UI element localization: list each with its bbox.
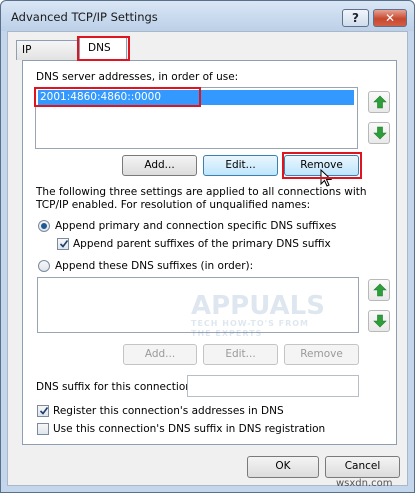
add-server-button[interactable]: Add... [122,155,197,176]
append-parent-label: Append parent suffixes of the primary DN… [73,238,331,250]
connection-suffix-label: DNS suffix for this connection: [36,381,196,393]
add-suffix-button[interactable]: Add... [123,344,197,365]
edit-server-button[interactable]: Edit... [203,155,278,176]
dns-suffix-list[interactable] [37,277,359,333]
tab-ip-settings[interactable]: IP Settings [16,40,78,74]
check-icon [39,407,49,415]
append-primary-label: Append primary and connection specific D… [55,220,337,232]
check-icon [59,240,69,248]
remove-suffix-button[interactable]: Remove [284,344,359,365]
dns-tab-panel: DNS server addresses, in order of use: 2… [22,60,397,445]
arrow-up-icon [373,283,387,297]
append-primary-radio[interactable] [38,220,50,232]
move-up-button[interactable] [368,91,390,113]
dns-description-text: The following three settings are applied… [36,186,367,211]
append-parent-checkbox[interactable] [57,238,69,250]
arrow-down-icon [373,314,387,328]
ok-button[interactable]: OK [247,456,319,478]
connection-suffix-field[interactable] [187,375,359,397]
append-these-label: Append these DNS suffixes (in order): [55,260,254,272]
dns-servers-label: DNS server addresses, in order of use: [36,71,239,83]
append-these-radio[interactable] [38,260,50,272]
edit-suffix-button[interactable]: Edit... [203,344,278,365]
use-suffix-checkbox[interactable] [37,423,49,435]
radio-selected-dot [41,223,47,229]
title-bar[interactable]: Advanced TCP/IP Settings ? ✕ [1,1,414,31]
arrow-down-icon [373,126,387,140]
help-button[interactable]: ? [342,9,369,27]
site-watermark: wsxdn.com [336,478,393,489]
register-address-label: Register this connection's addresses in … [53,405,284,417]
dns-servers-list[interactable]: 2001:4860:4860::0000 [35,87,358,149]
suffix-down-button[interactable] [368,310,390,332]
cancel-button[interactable]: Cancel [325,456,400,478]
move-down-button[interactable] [368,122,390,144]
tab-dns[interactable]: DNS [79,37,127,61]
register-address-checkbox[interactable] [37,405,49,417]
arrow-up-icon [373,95,387,109]
dns-server-item[interactable]: 2001:4860:4860::0000 [38,90,354,105]
dialog-body: IP Settings DNS DNS server addresses, in… [7,31,408,486]
suffix-up-button[interactable] [368,279,390,301]
window-title: Advanced TCP/IP Settings [11,10,158,24]
close-button[interactable]: ✕ [373,9,407,27]
use-suffix-label: Use this connection's DNS suffix in DNS … [53,423,326,435]
dialog-window: Advanced TCP/IP Settings ? ✕ IP Settings… [0,0,415,493]
